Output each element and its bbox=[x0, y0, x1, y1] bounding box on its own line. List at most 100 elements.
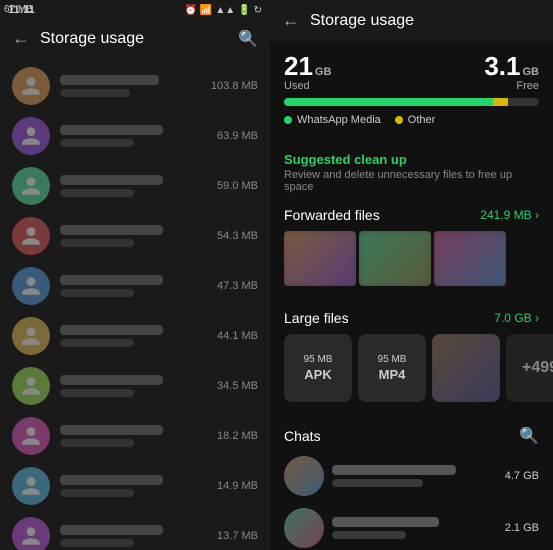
contact-avatar bbox=[12, 267, 50, 305]
contact-name bbox=[60, 225, 163, 235]
contact-info bbox=[60, 425, 207, 447]
chat-item-1[interactable]: 4.7 GB bbox=[270, 450, 553, 502]
chats-search-button[interactable]: 🔍 bbox=[519, 426, 539, 446]
contact-item[interactable]: 18.2 MB bbox=[0, 411, 270, 461]
contact-size: 47.3 MB bbox=[217, 280, 258, 292]
progress-other bbox=[493, 98, 508, 106]
more-count: +499 bbox=[522, 359, 553, 377]
status-icons: ⏰ 📶 ▲▲ 🔋 ↻ bbox=[184, 5, 262, 16]
contact-avatar bbox=[12, 317, 50, 355]
contact-list: 103.8 MB 63.9 MB 59.0 MB 54.3 MB 47.3 MB 44.1… bbox=[0, 57, 270, 550]
contact-info bbox=[60, 325, 207, 347]
forwarded-chevron: › bbox=[535, 208, 539, 222]
chats-header: Chats 🔍 bbox=[270, 418, 553, 450]
contact-item[interactable]: 13.7 MB bbox=[0, 511, 270, 550]
contact-info bbox=[60, 125, 207, 147]
signal-icon: 📶 bbox=[200, 5, 212, 16]
file-2-type: MP4 bbox=[379, 367, 406, 382]
contact-name bbox=[60, 375, 163, 385]
contact-size: 63.9 MB bbox=[217, 130, 258, 142]
chat-sub-2 bbox=[332, 531, 406, 539]
chat-info-2 bbox=[332, 517, 497, 539]
contact-item[interactable]: 14.9 MB bbox=[0, 461, 270, 511]
contact-item[interactable]: 103.8 MB bbox=[0, 61, 270, 111]
chat-info-1 bbox=[332, 465, 497, 487]
large-file-2[interactable]: 95 MB MP4 bbox=[358, 334, 426, 402]
contact-sub bbox=[60, 189, 134, 197]
chat-name-1 bbox=[332, 465, 456, 475]
contact-size: 44.1 MB bbox=[217, 330, 258, 342]
contact-avatar bbox=[12, 417, 50, 455]
used-stat: 21 GB Used bbox=[284, 53, 331, 92]
forwarded-files-header: Forwarded files 241.9 MB › bbox=[270, 199, 553, 227]
chat-sub-1 bbox=[332, 479, 423, 487]
file-2-size: 95 MB bbox=[378, 354, 407, 365]
wifi-icon: ▲▲ bbox=[215, 5, 235, 16]
contact-info bbox=[60, 525, 207, 547]
contact-name bbox=[60, 275, 163, 285]
contact-avatar bbox=[12, 167, 50, 205]
contact-info bbox=[60, 225, 207, 247]
chat-item-2[interactable]: 2.1 GB bbox=[270, 502, 553, 550]
legend-whatsapp: WhatsApp Media bbox=[284, 114, 381, 126]
contact-name bbox=[60, 325, 163, 335]
contact-size: 54.3 MB bbox=[217, 230, 258, 242]
contact-sub bbox=[60, 539, 134, 547]
contact-sub bbox=[60, 389, 134, 397]
contact-item[interactable]: 44.1 MB bbox=[0, 311, 270, 361]
back-button[interactable]: ← bbox=[12, 28, 30, 49]
search-button[interactable]: 🔍 bbox=[238, 29, 258, 49]
file-1-type: APK bbox=[304, 367, 331, 382]
contact-info bbox=[60, 175, 207, 197]
contact-avatar bbox=[12, 517, 50, 550]
free-unit: GB bbox=[523, 66, 540, 78]
contact-avatar bbox=[12, 67, 50, 105]
contact-sub bbox=[60, 439, 134, 447]
contact-avatar bbox=[12, 117, 50, 155]
thumb-2[interactable] bbox=[359, 231, 431, 286]
used-value: 21 bbox=[284, 53, 313, 79]
left-header: ← Storage usage 🔍 bbox=[0, 20, 270, 57]
contact-item[interactable]: 34.5 MB bbox=[0, 361, 270, 411]
legend-whatsapp-label: WhatsApp Media bbox=[297, 114, 381, 126]
contact-name bbox=[60, 475, 163, 485]
right-back-button[interactable]: ← bbox=[282, 10, 300, 31]
contact-avatar bbox=[12, 217, 50, 255]
large-file-1[interactable]: 95 MB APK bbox=[284, 334, 352, 402]
used-label: Used bbox=[284, 80, 331, 92]
contact-size: 18.2 MB bbox=[217, 430, 258, 442]
status-bar: 11:11 ⏰ 📶 ▲▲ 🔋 ↻ bbox=[0, 0, 270, 20]
large-files-size[interactable]: 7.0 GB › bbox=[494, 311, 539, 325]
chat-avatar-2 bbox=[284, 508, 324, 548]
contact-item[interactable]: 59.0 MB bbox=[0, 161, 270, 211]
large-file-3[interactable]: 67 MB bbox=[432, 334, 500, 402]
contact-sub bbox=[60, 289, 134, 297]
forwarded-thumbnails bbox=[270, 227, 553, 294]
contact-item[interactable]: 47.3 MB bbox=[0, 261, 270, 311]
forwarded-size[interactable]: 241.9 MB › bbox=[480, 208, 539, 222]
large-file-more[interactable]: +499 bbox=[506, 334, 553, 402]
contact-item[interactable]: 63.9 MB bbox=[0, 111, 270, 161]
forwarded-title: Forwarded files bbox=[284, 207, 380, 223]
contact-info bbox=[60, 475, 207, 497]
storage-legend: WhatsApp Media Other bbox=[284, 114, 539, 126]
thumb-1[interactable] bbox=[284, 231, 356, 286]
right-page-title: Storage usage bbox=[310, 12, 414, 30]
refresh-icon: ↻ bbox=[254, 5, 262, 16]
contact-item[interactable]: 54.3 MB bbox=[0, 211, 270, 261]
contact-size: 14.9 MB bbox=[217, 480, 258, 492]
free-value: 3.1 bbox=[484, 53, 520, 79]
storage-stats: 21 GB Used 3.1 GB Free WhatsApp Media bbox=[270, 41, 553, 134]
contact-size: 13.7 MB bbox=[217, 530, 258, 542]
contact-sub bbox=[60, 339, 134, 347]
contact-info bbox=[60, 375, 207, 397]
suggested-title: Suggested clean up bbox=[284, 152, 539, 167]
contact-name bbox=[60, 425, 163, 435]
thumb-3[interactable] bbox=[434, 231, 506, 286]
storage-progress-bar bbox=[284, 98, 539, 106]
contact-info bbox=[60, 275, 207, 297]
legend-whatsapp-dot bbox=[284, 116, 292, 124]
contact-name bbox=[60, 175, 163, 185]
legend-other: Other bbox=[395, 114, 436, 126]
legend-other-dot bbox=[395, 116, 403, 124]
